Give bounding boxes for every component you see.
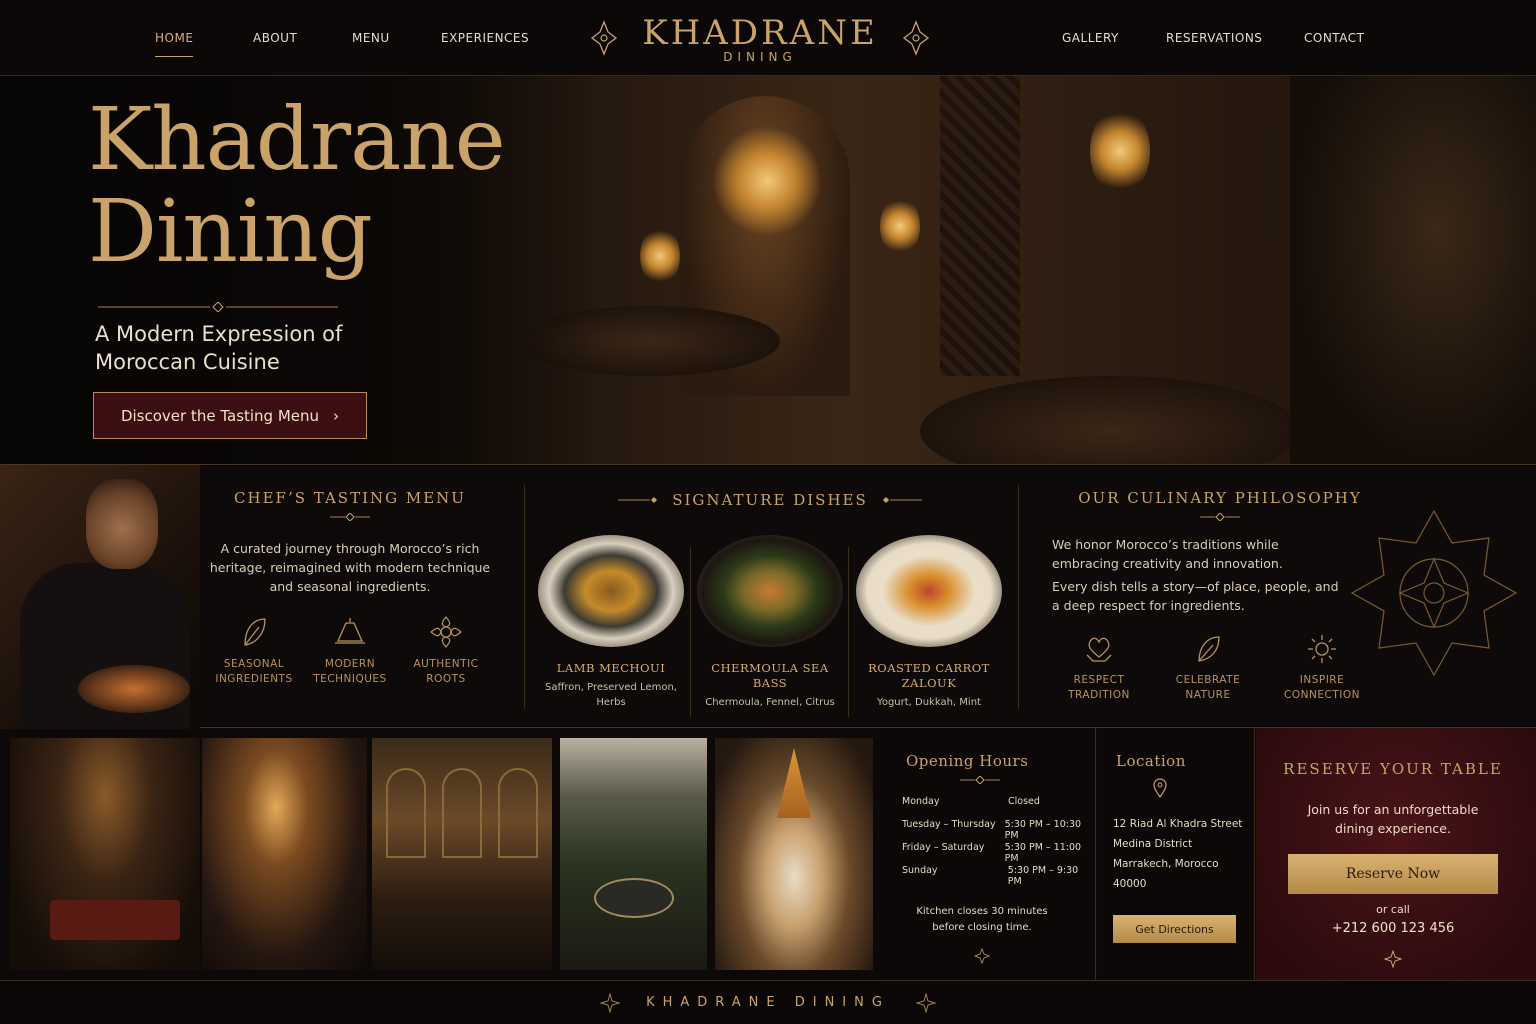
leaf-icon <box>1198 636 1220 662</box>
footer: KHADRANE DINING <box>0 980 1536 1024</box>
divider-ornament-icon <box>330 513 370 521</box>
tasting-description: A curated journey through Morocco’s rich… <box>209 541 491 594</box>
chevron-right-icon: › <box>333 406 340 425</box>
section-title: SIGNATURE DISHES <box>672 491 868 509</box>
map-pin-icon <box>1153 778 1167 798</box>
nav-about[interactable]: ABOUT <box>253 31 297 45</box>
hero-title: Khadrane Dining <box>88 90 506 282</box>
dish-card[interactable]: ROASTED CARROT ZALOUK Yogurt, Dukkah, Mi… <box>854 535 1004 710</box>
opening-hours-panel: Opening Hours Monday Closed Tuesday – Thu… <box>880 728 1096 980</box>
reserve-now-button[interactable]: Reserve Now <box>1288 854 1498 894</box>
location-panel: Location 12 Riad Al Khadra Street Medina… <box>1097 728 1255 980</box>
get-directions-button[interactable]: Get Directions <box>1113 915 1236 943</box>
address: 12 Riad Al Khadra Street Medina District… <box>1113 818 1243 890</box>
dish-card[interactable]: LAMB MECHOUI Saffron, Preserved Lemon, H… <box>536 535 686 710</box>
value-celebrate: CELEBRATE NATURE <box>1148 633 1268 703</box>
divider-ornament-icon <box>960 776 1000 784</box>
hours-row: Monday Closed <box>902 796 1040 807</box>
divider-left-icon <box>618 497 658 503</box>
nav-gallery[interactable]: GALLERY <box>1062 31 1119 45</box>
leaf-icon <box>244 618 266 646</box>
brand-logo[interactable]: KHADRANE DINING <box>590 14 930 64</box>
dish-image <box>538 535 684 647</box>
phone-number[interactable]: +212 600 123 456 <box>1256 921 1530 936</box>
hours-row: Tuesday – Thursday 5:30 PM – 10:30 PM <box>902 819 1082 841</box>
top-navigation: HOME ABOUT MENU EXPERIENCES KHADRANE DIN… <box>0 0 1536 76</box>
chef-tasting-menu-section: CHEF’S TASTING MENU A curated journey th… <box>205 489 495 596</box>
hours-title: Opening Hours <box>906 752 1029 770</box>
dish-image <box>856 535 1002 647</box>
kitchen-note: Kitchen closes 30 minutes before closing… <box>916 906 1048 933</box>
heart-hands-icon <box>1086 637 1112 662</box>
hero-subtitle: A Modern Expression of Moroccan Cuisine <box>95 322 343 374</box>
feature-seasonal: SEASONAL INGREDIENTS <box>206 615 302 687</box>
feature-authentic: AUTHENTIC ROOTS <box>398 615 494 687</box>
nav-home[interactable]: HOME <box>155 31 194 57</box>
moroccan-rosette-pattern-icon <box>1350 509 1518 677</box>
section-title: CHEF’S TASTING MENU <box>234 489 466 507</box>
discover-tasting-menu-button[interactable]: Discover the Tasting Menu › <box>93 392 367 439</box>
tasting-features: SEASONAL INGREDIENTS MODERN TECHNIQUES AUT… <box>206 615 494 687</box>
value-respect: RESPECT TRADITION <box>1050 633 1148 703</box>
gallery-image-courtyard-arches[interactable] <box>372 738 552 970</box>
philosophy-values: RESPECT TRADITION CELEBRATE NATURE INSPIRE… <box>1050 633 1376 703</box>
or-call-label: or call <box>1376 903 1410 916</box>
hero-divider-ornament-icon <box>98 302 338 312</box>
hours-row: Sunday 5:30 PM – 9:30 PM <box>902 865 1079 887</box>
footer-ornament-right-icon <box>915 992 936 1013</box>
hours-row: Friday – Saturday 5:30 PM – 11:00 PM <box>902 842 1082 864</box>
brand-subtitle: DINING <box>723 50 797 64</box>
nav-menu[interactable]: MENU <box>352 31 390 45</box>
right-ornament-icon <box>902 20 930 56</box>
footer-ornament-left-icon <box>600 992 621 1013</box>
hero-section: Khadrane Dining A Modern Expression of M… <box>0 76 1536 464</box>
gallery-image-dessert[interactable] <box>715 738 873 970</box>
features-band: CHEF’S TASTING MENU A curated journey th… <box>0 464 1536 729</box>
reserve-title: RESERVE YOUR TABLE <box>1283 760 1503 778</box>
reserve-text: Join us for an unforgettable dining expe… <box>1307 802 1479 836</box>
sun-icon <box>1308 635 1336 663</box>
brand-name: KHADRANE <box>642 13 878 53</box>
dish-card[interactable]: CHERMOULA SEA BASS Chermoula, Fennel, Ci… <box>695 535 845 710</box>
philosophy-text: We honor Morocco’s traditions while embr… <box>1052 537 1339 613</box>
star-ornament-icon <box>974 948 990 964</box>
dish-image <box>697 535 843 647</box>
feature-modern: MODERN TECHNIQUES <box>302 615 398 687</box>
rosette-icon <box>430 616 462 648</box>
hours-table: Monday Closed Tuesday – Thursday 5:30 PM –… <box>902 796 1095 888</box>
divider-right-icon <box>882 497 922 503</box>
gallery-image-lounge[interactable] <box>10 738 200 970</box>
nav-experiences[interactable]: EXPERIENCES <box>441 31 529 45</box>
gallery-image-fountain[interactable] <box>560 738 707 970</box>
reserve-panel: RESERVE YOUR TABLE Join us for an unforg… <box>1256 728 1536 980</box>
tagine-icon <box>335 618 365 644</box>
chef-plating-image <box>0 465 200 729</box>
divider-ornament-icon <box>1200 513 1240 521</box>
gallery-image-lantern[interactable] <box>202 738 367 970</box>
location-title: Location <box>1116 752 1186 770</box>
signature-dishes-section: SIGNATURE DISHES LAMB MECHOUI Saffron, P… <box>530 491 1010 717</box>
nav-contact[interactable]: CONTACT <box>1304 31 1364 45</box>
nav-reservations[interactable]: RESERVATIONS <box>1166 31 1262 45</box>
footer-brand: KHADRANE DINING <box>646 995 890 1010</box>
star-ornament-icon <box>1384 950 1402 968</box>
